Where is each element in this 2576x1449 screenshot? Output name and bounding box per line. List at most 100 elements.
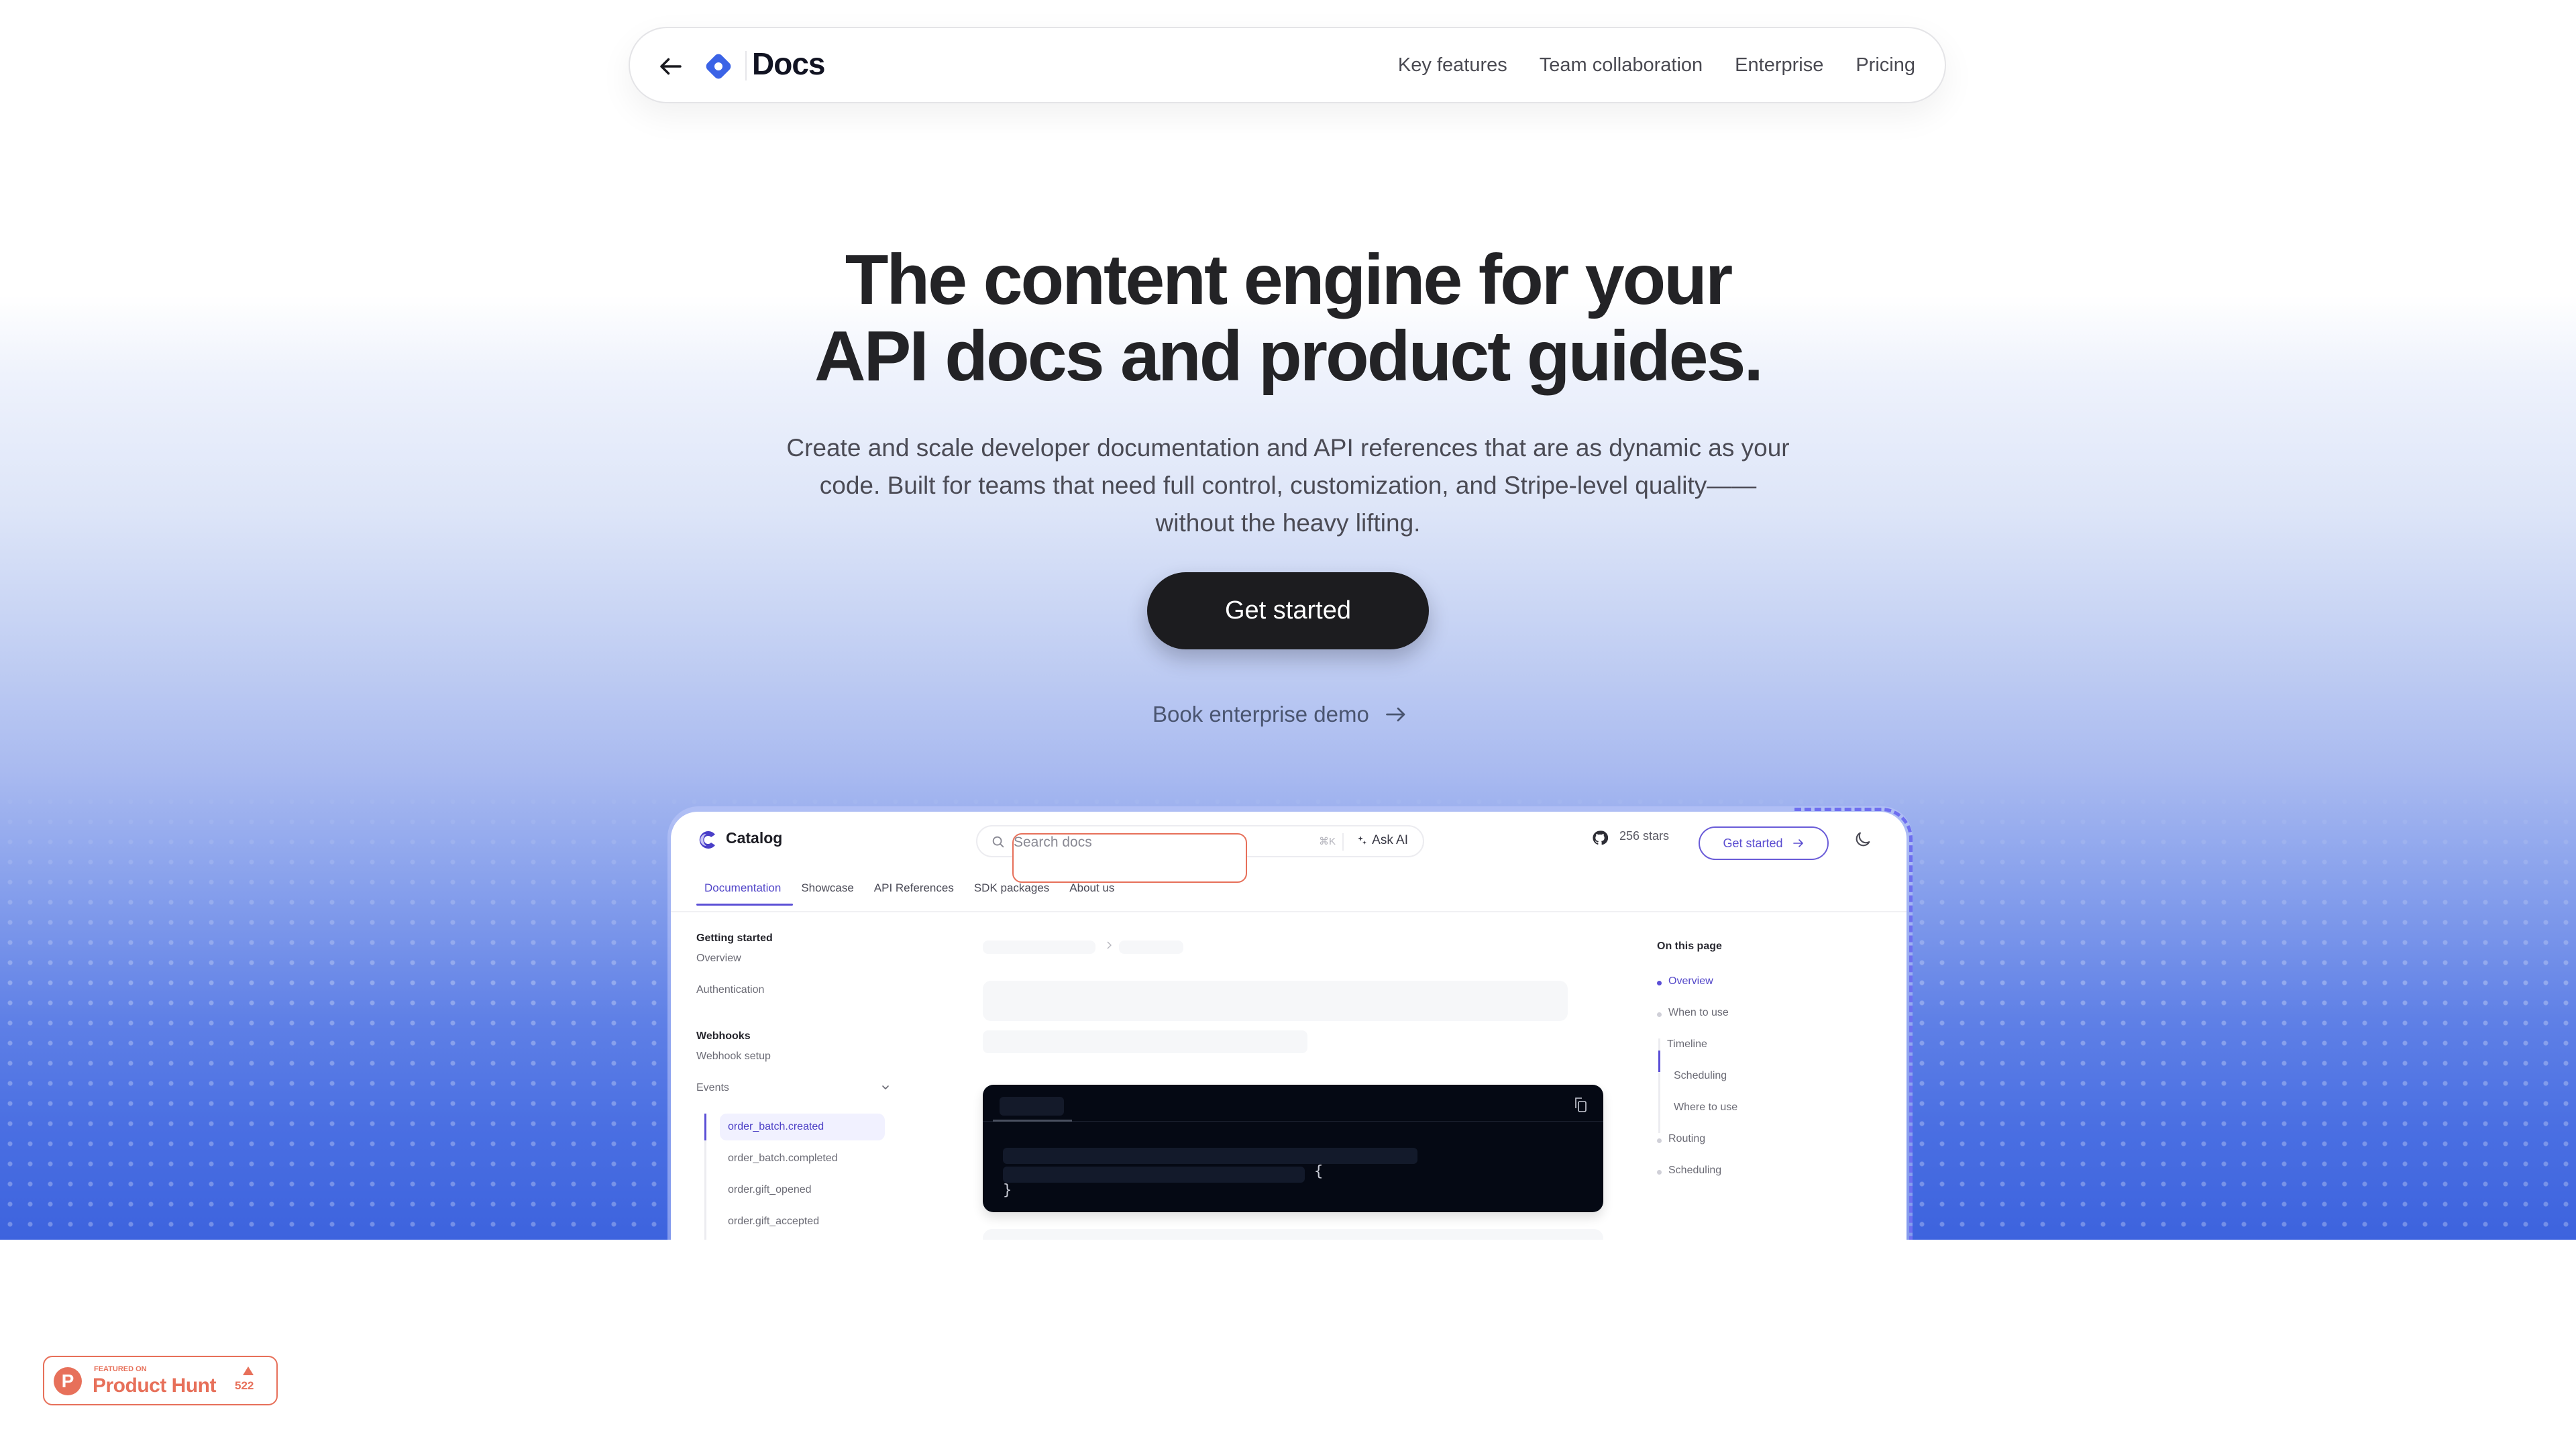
tab-documentation[interactable]: Documentation [696,881,794,906]
chevron-right-icon [1107,941,1112,949]
sidebar-group-title: Getting started [696,932,773,944]
sidebar-subitem[interactable]: order.gift_accepted [720,1208,911,1240]
toc-item-label: Routing [1668,1133,1706,1144]
sidebar-item-events[interactable]: Events [696,1082,891,1114]
product-hunt-badge[interactable]: P FEATURED ON Product Hunt 522 [43,1356,278,1405]
breadcrumb-skeleton [983,941,1095,954]
top-navigation: Docs Key features Team collaboration Ent… [629,27,1946,103]
code-header-divider [983,1121,1603,1122]
github-stars-count: 256 stars [1619,829,1670,843]
chevron-down-icon [882,1085,889,1089]
book-enterprise-demo-label: Book enterprise demo [1152,702,1369,727]
preview-tabs: Documentation Showcase API References SD… [696,881,1126,906]
subtitle-skeleton [983,1030,1307,1053]
toc-item-label: Where to use [1674,1102,1738,1113]
badge-product-hunt: Product Hunt [93,1375,216,1397]
sidebar-subitem[interactable]: order.gift_opened [720,1177,911,1208]
preview-brand: Catalog [726,829,783,847]
sidebar-item-overview[interactable]: Overview [696,953,911,984]
hero-heading-line-2: API docs and product guides. [814,317,1764,396]
sparkle-icon [1358,836,1367,845]
toc-item-timeline[interactable]: Timeline [1660,1038,1858,1070]
ask-ai-button[interactable]: Ask AI [1357,833,1408,848]
tab-showcase[interactable]: Showcase [793,881,865,906]
search-separator [1342,833,1344,851]
tab-about-us[interactable]: About us [1061,881,1126,906]
preview-header: Catalog Search docs ⌘K Ask AI 256 stars … [671,812,1907,912]
tab-api-references[interactable]: API References [866,881,966,906]
toc-nested-group: Timeline Scheduling Where to use [1658,1038,1858,1133]
arrow-right-icon [1386,707,1405,722]
code-block: { } [983,1085,1603,1212]
nav-divider [745,51,747,80]
dark-mode-moon-icon[interactable] [1854,830,1872,849]
code-close-brace: } [1003,1182,1012,1199]
github-icon[interactable] [1592,830,1608,846]
toc-title: On this page [1657,941,1722,952]
badge-featured-on: FEATURED ON [94,1365,147,1373]
preview-sidebar: Getting started Overview Authentication … [696,932,911,1240]
upvote-triangle-icon [243,1366,254,1375]
hero-description: Create and scale developer documentation… [786,434,1790,537]
bullet-icon [1657,1012,1662,1017]
bullet-icon [1657,981,1662,985]
search-shortcut: ⌘K [1318,836,1336,847]
code-open-brace: { [1314,1163,1324,1180]
preview-search-input[interactable]: Search docs ⌘K Ask AI [976,825,1424,883]
badge-vote-count: 522 [235,1379,254,1392]
sidebar-item-webhook-setup[interactable]: Webhook setup [696,1051,911,1082]
toc-item-scheduling[interactable]: Scheduling [1657,1165,1858,1196]
hero-heading: The content engine for your API docs and… [0,241,2576,394]
arrow-right-icon [1792,839,1803,847]
get-started-button[interactable]: Get started [1147,572,1429,649]
sidebar-item-events-label: Events [696,1082,729,1093]
nav-link-key-features[interactable]: Key features [1398,54,1507,76]
nav-links: Key features Team collaboration Enterpri… [1398,28,1915,102]
code-tab-skeleton[interactable] [1000,1097,1064,1116]
title-skeleton [983,981,1568,1021]
toc-item-where-to-use[interactable]: Where to use [1660,1102,1858,1133]
bullet-icon [1657,1170,1662,1175]
nav-link-pricing[interactable]: Pricing [1856,54,1915,76]
content-skeleton [983,1229,1603,1240]
toc-item-label: Timeline [1667,1038,1707,1050]
toc-item-label: Scheduling [1668,1165,1722,1176]
ask-ai-label: Ask AI [1372,833,1408,847]
sidebar-item-authentication[interactable]: Authentication [696,984,911,1016]
toc-item-overview[interactable]: Overview [1657,975,1858,1007]
back-arrow-icon[interactable] [657,52,685,80]
toc-item-label: Scheduling [1674,1070,1727,1081]
toc-item-label: Overview [1668,975,1713,987]
hero-heading-line-1: The content engine for your [845,240,1733,319]
code-line-skeleton [1003,1167,1305,1183]
active-indicator [704,1114,706,1140]
search-placeholder: Search docs [1012,833,1247,883]
toc-active-indicator [1658,1051,1660,1072]
docs-app-preview: Catalog Search docs ⌘K Ask AI 256 stars … [671,812,1907,1240]
catalog-logo-icon [699,831,715,849]
preview-get-started-label: Get started [1723,836,1783,850]
preview-get-started-button[interactable]: Get started [1699,826,1829,860]
sidebar-subitem[interactable]: order_batch.created [720,1114,885,1140]
toc-item-scheduling-nested[interactable]: Scheduling [1660,1070,1858,1102]
bullet-icon [1657,1138,1662,1143]
breadcrumb-skeleton [1119,941,1183,954]
code-line-skeleton [1003,1148,1417,1164]
tab-sdk-packages[interactable]: SDK packages [966,881,1061,906]
copy-icon[interactable] [1572,1095,1589,1114]
toc-item-when-to-use[interactable]: When to use [1657,1007,1858,1038]
docs-logo-icon[interactable] [702,50,735,83]
nav-link-team-collaboration[interactable]: Team collaboration [1540,54,1703,76]
code-tab-underline [993,1120,1072,1122]
sidebar-group-title: Webhooks [696,1030,751,1042]
tabs-divider [671,911,1907,912]
nav-link-enterprise[interactable]: Enterprise [1735,54,1823,76]
sidebar-subitem[interactable]: order_batch.completed [720,1145,911,1177]
product-hunt-logo-icon: P [54,1367,82,1395]
events-submenu: order_batch.created order_batch.complete… [704,1114,911,1240]
on-this-page-toc: On this page Overview When to use Timeli… [1657,941,1858,1196]
toc-item-routing[interactable]: Routing [1657,1133,1858,1165]
brand-name[interactable]: Docs [752,46,825,82]
toc-item-label: When to use [1668,1007,1729,1018]
book-enterprise-demo-link[interactable]: Book enterprise demo [1152,698,1408,731]
